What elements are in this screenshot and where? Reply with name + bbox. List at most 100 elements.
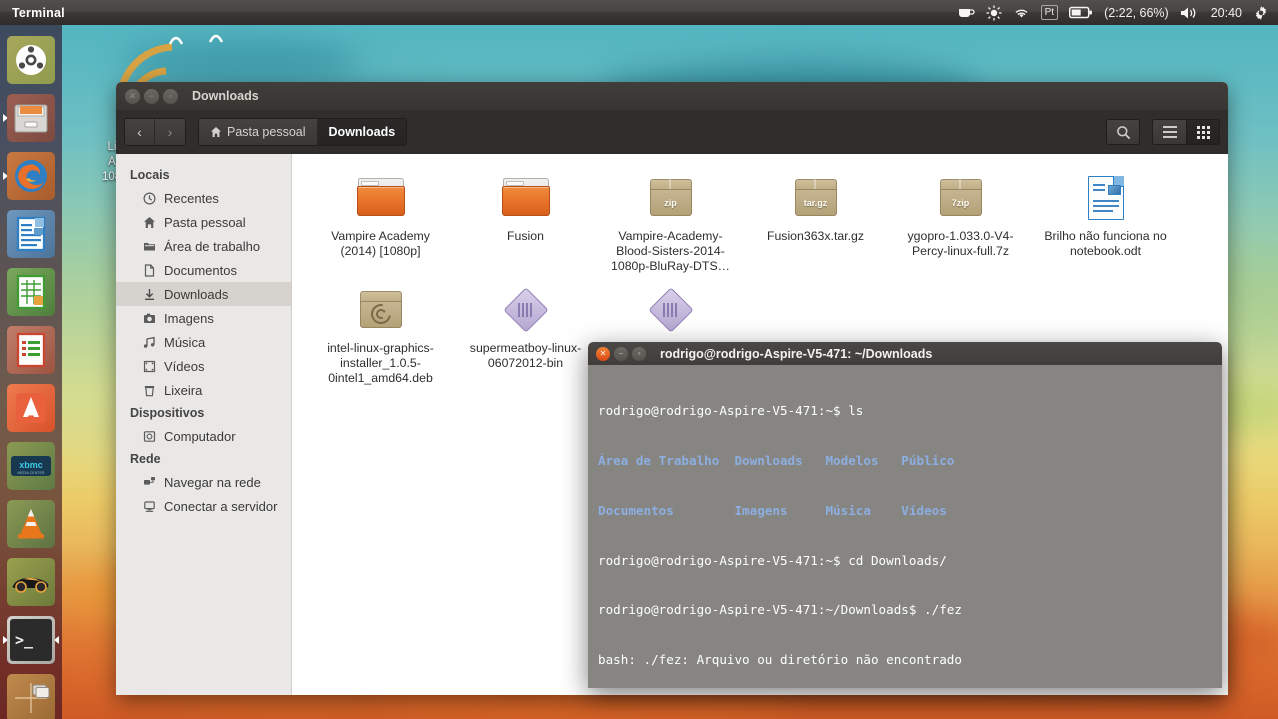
breadcrumb-label: Downloads [328, 125, 396, 139]
battery-icon[interactable] [1069, 0, 1093, 25]
executable-binary-icon [500, 284, 552, 336]
sidebar-item-musica[interactable]: Música [116, 330, 291, 354]
file-item[interactable]: supermeatboy-linux-06072012-bin [453, 280, 598, 392]
launcher-item-libreoffice-calc[interactable] [4, 265, 58, 319]
libreoffice-impress-icon [16, 332, 46, 368]
svg-text:xbmc: xbmc [19, 460, 43, 470]
sidebar-section-header: Rede [130, 452, 161, 466]
sidebar-item-conectar-a-servidor[interactable]: Conectar a servidor [116, 494, 291, 518]
breadcrumb-label: Pasta pessoal [227, 125, 306, 139]
file-item[interactable]: intel-linux-graphics-installer_1.0.5-0in… [308, 280, 453, 392]
sidebar-item-lixeira[interactable]: Lixeira [116, 378, 291, 402]
close-button[interactable]: ✕ [596, 346, 610, 361]
list-view-icon[interactable] [1152, 119, 1186, 145]
file-name-label: ygopro-1.033.0-V4-Percy-linux-full.7z [907, 229, 1014, 258]
close-button[interactable]: ✕ [125, 88, 140, 104]
odt-document-icon [1080, 172, 1132, 224]
sidebar-item-label: Imagens [164, 310, 214, 326]
breadcrumb-item-downloads[interactable]: Downloads [317, 119, 407, 145]
grid-view-icon[interactable] [1186, 119, 1220, 145]
folder-icon [500, 172, 552, 224]
gear-icon[interactable] [1253, 0, 1269, 25]
sidebar-item-videos[interactable]: Vídeos [116, 354, 291, 378]
launcher-item-files-nautilus[interactable] [3, 91, 58, 145]
sidebar-item-label: Computador [164, 428, 236, 444]
file-item[interactable]: Vampire Academy (2014) [1080p] [308, 168, 453, 280]
wallpaper-bird-icon [168, 34, 224, 45]
zip-archive-icon: zip [645, 172, 697, 224]
sidebar-item-downloads[interactable]: Downloads [116, 282, 291, 306]
coffee-cup-icon[interactable] [958, 0, 975, 25]
sidebar-item-documentos[interactable]: Documentos [116, 258, 291, 282]
keyboard-layout-label: Pt [1040, 5, 1059, 20]
file-name-label: Fusion [507, 229, 544, 243]
breadcrumb-item-home[interactable]: Pasta pessoal [199, 119, 318, 145]
file-manager-toolbar: ‹ › Pasta pessoal Downloads [116, 110, 1228, 154]
terminal-prompt: rodrigo@rodrigo-Aspire-V5-471:~/Download… [598, 602, 925, 618]
volume-icon[interactable] [1180, 0, 1200, 25]
terminal-line: Documentos Imagens Música Vídeos [598, 503, 1214, 520]
brightness-icon[interactable] [986, 0, 1002, 25]
sidebar-item-label: Conectar a servidor [164, 498, 278, 514]
forward-button[interactable]: › [155, 119, 185, 145]
terminal-output[interactable]: rodrigo@rodrigo-Aspire-V5-471:~$ ls Área… [588, 365, 1222, 688]
launcher-item-workspace-switcher[interactable] [4, 671, 58, 719]
sidebar-item-label: Área de trabalho [164, 238, 261, 254]
maximize-button[interactable]: ▫ [163, 88, 178, 104]
terminal-dir-list: Documentos Imagens Música Vídeos [598, 502, 947, 518]
launcher-item-ubuntu-software-center[interactable] [4, 381, 58, 435]
terminal-prompt: rodrigo@rodrigo-Aspire-V5-471:~$ [598, 552, 849, 568]
sidebar-item-label: Vídeos [164, 358, 205, 374]
software-center-icon [16, 393, 46, 423]
launcher-item-ubuntu-dash[interactable] [4, 33, 58, 87]
clock-label[interactable]: 20:40 [1211, 6, 1242, 20]
sidebar-item-imagens[interactable]: Imagens [116, 306, 291, 330]
sidebar-section-header: Dispositivos [130, 406, 205, 420]
sidebar-item-pasta-pessoal[interactable]: Pasta pessoal [116, 210, 291, 234]
file-manager-titlebar[interactable]: ✕ − ▫ Downloads [116, 82, 1228, 110]
file-item[interactable]: Fusion [453, 168, 598, 280]
sidebar-item-area-de-trabalho[interactable]: Área de trabalho [116, 234, 291, 258]
launcher-item-terminal[interactable]: >_ [3, 613, 59, 667]
launcher-item-xbmc[interactable]: xbmc MEDIA CENTER [4, 439, 58, 493]
view-mode-group [1152, 119, 1220, 145]
file-item[interactable]: 7zip ygopro-1.033.0-V4-Percy-linux-full.… [888, 168, 1033, 280]
trash-icon [142, 383, 157, 398]
launcher-item-vlc[interactable] [4, 497, 58, 551]
battery-status-label: (2:22, 66%) [1104, 5, 1169, 20]
breadcrumb: Pasta pessoal Downloads [198, 118, 408, 146]
file-item[interactable]: zip Vampire-Academy-Blood-Sisters-2014-1… [598, 168, 743, 280]
sidebar-item-recentes[interactable]: Recentes [116, 186, 291, 210]
terminal-titlebar[interactable]: ✕ − ▫ rodrigo@rodrigo-Aspire-V5-471: ~/D… [588, 342, 1222, 365]
toolbar-right-group [1106, 119, 1220, 145]
search-icon[interactable] [1106, 119, 1140, 145]
download-icon [142, 287, 157, 302]
file-name-label: intel-linux-graphics-installer_1.0.5-0in… [327, 341, 434, 385]
minimize-button[interactable]: − [614, 346, 628, 361]
terminal-command: ls [848, 403, 864, 419]
terminal-prompt: rodrigo@rodrigo-Aspire-V5-471:~$ [598, 403, 849, 419]
terminal-line: rodrigo@rodrigo-Aspire-V5-471:~$ cd Down… [598, 553, 1214, 570]
file-item[interactable]: Brilho não funciona no notebook.odt [1033, 168, 1178, 280]
terminal-line: bash: ./fez: Arquivo ou diretório não en… [598, 652, 1214, 669]
launcher-item-firefox[interactable] [3, 149, 58, 203]
file-name-label: Fusion363x.tar.gz [766, 229, 865, 243]
terminal-line: Área de Trabalho Downloads Modelos Públi… [598, 453, 1214, 470]
back-button[interactable]: ‹ [125, 119, 155, 145]
minimize-button[interactable]: − [144, 88, 159, 104]
launcher-item-racing-game[interactable] [4, 555, 58, 609]
xbmc-icon: xbmc MEDIA CENTER [11, 456, 51, 476]
launcher-item-libreoffice-writer[interactable] [4, 207, 58, 261]
keyboard-layout-indicator[interactable]: Pt [1040, 0, 1059, 25]
maximize-button[interactable]: ▫ [632, 346, 646, 361]
sidebar-item-computador[interactable]: Computador [116, 424, 291, 448]
sidebar-item-navegar-na-rede[interactable]: Navegar na rede [116, 470, 291, 494]
targz-archive-icon: tar.gz [790, 172, 842, 224]
panel-app-title[interactable]: Terminal [0, 6, 65, 20]
music-note-icon [142, 335, 157, 350]
wifi-icon[interactable] [1013, 0, 1030, 25]
clock-icon [142, 191, 157, 206]
file-item[interactable]: tar.gz Fusion363x.tar.gz [743, 168, 888, 280]
launcher-item-libreoffice-impress[interactable] [4, 323, 58, 377]
unity-launcher: xbmc MEDIA CENTER >_ [0, 25, 62, 719]
